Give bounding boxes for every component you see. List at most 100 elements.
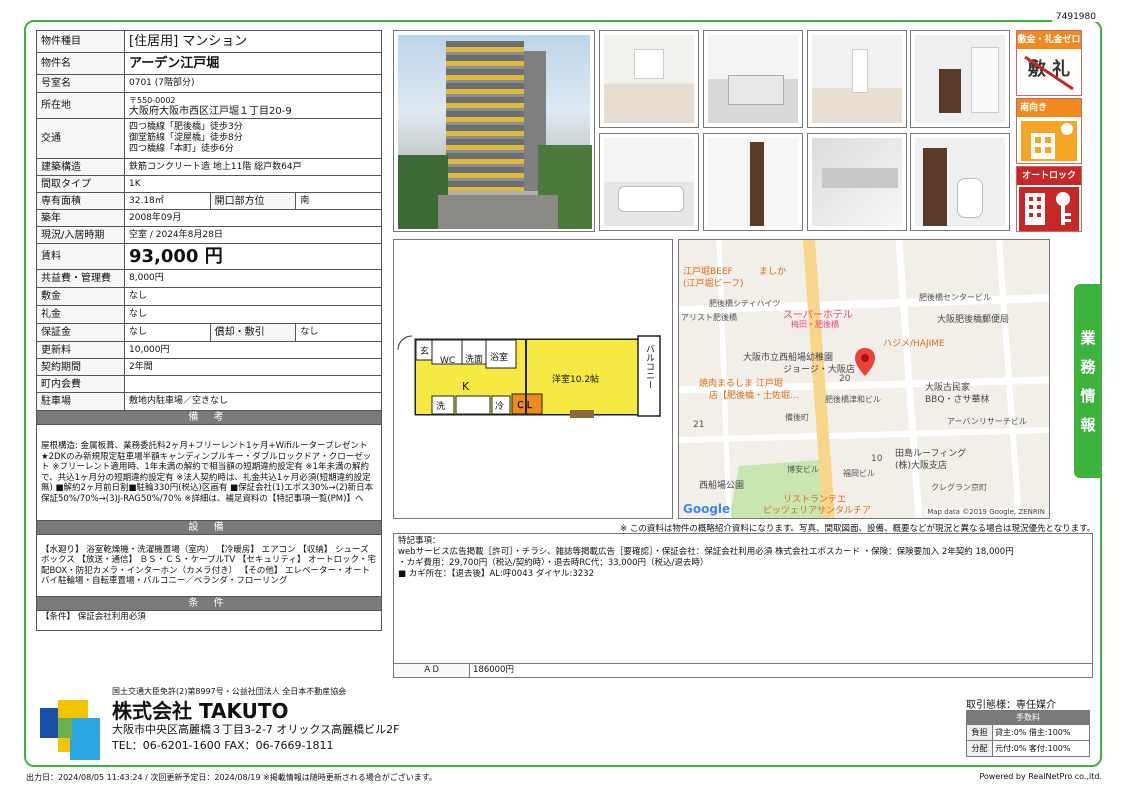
layout-label: 間取タイプ (36, 175, 125, 193)
fp-bath: 浴室 (490, 353, 509, 363)
map-block-number: 10 (871, 454, 883, 464)
layout-value: 1K (124, 175, 382, 193)
map-label: 梅田・肥後橋 (791, 320, 839, 329)
badge-no-deposit: 敷金・礼金ゼロ 敷 礼 (1016, 30, 1082, 96)
special-remarks: 特記事項： webサービス広告掲載［許可］・チラシ、雑誌等掲載広告［要確認］・保… (393, 533, 1093, 678)
interior-photo[interactable] (910, 133, 1010, 231)
name-value: アーデン江戸堀 (124, 52, 382, 75)
map-label: 大阪肥後橋郵便局 (937, 315, 1010, 325)
area-value: 32.18㎡ (124, 192, 211, 210)
fp-k: K (462, 380, 470, 393)
company-name: 株式会社 TAKUTO (112, 699, 289, 723)
name-label: 物件名 (36, 52, 125, 75)
map-label: ハジメ/HAJIME (883, 339, 945, 349)
interior-photo[interactable] (910, 30, 1010, 128)
location-value: 〒550-0002 大阪府大阪市西区江戸堀１丁目20-9 (124, 92, 382, 119)
floor-plan[interactable]: 玄 WC 洗面 浴室 K 洗 冷 ＣＬ 洋室10.2帖 バルコニー (393, 239, 673, 519)
fp-sen: 洗面 (465, 355, 484, 365)
postal: 〒550-0002 (129, 95, 176, 105)
interior-photo[interactable] (703, 133, 803, 231)
fee-table: 手数料 負担 貸主:0% 借主:100% 分配 元付:0% 客付:100% (966, 710, 1090, 757)
burden-label: 負担 (966, 724, 993, 741)
traffic-label: 交通 (36, 118, 125, 159)
footer-powered-by: Powered by RealNetPro co.,ltd. (979, 772, 1102, 781)
structure-value: 鉄筋コンクリート造 地上11階 総戸数64戸 (124, 158, 382, 176)
deposit-value: なし (124, 287, 382, 306)
company-logo (40, 700, 100, 760)
location-map[interactable]: 江戸堀BEEF (江戸堀ビーフ) ましか 肥後橋シティハイツ アリスト肥後橋 ス… (678, 239, 1050, 519)
parking-value: 敷地内駐車場／空きなし (124, 392, 382, 411)
keymoney-label: 礼金 (36, 305, 125, 324)
sun-icon (1021, 121, 1077, 161)
key-icon (1019, 187, 1079, 231)
type-label: 物件種目 (36, 30, 125, 53)
room-value: 0701 (7階部分) (124, 74, 382, 93)
contract-label: 契約期間 (36, 358, 125, 376)
map-block-number: 20 (839, 374, 851, 384)
equip-text: 【水廻り】 浴室乾燥機・洗濯機置場（室内） 【冷暖房】 エアコン 【収納】 シュ… (36, 534, 382, 597)
map-label: BBQ・さサ華林 (925, 395, 990, 405)
renewal-value: 10,000円 (124, 341, 382, 359)
notes-text: 屋根構造: 金属板葺、業務委託料2ヶ月+フリーレント1ヶ月+Wifiルータープレ… (36, 424, 382, 521)
equip-title: 設 備 (36, 520, 382, 535)
doc-id: 7491980 (1051, 12, 1100, 22)
business-info-tab[interactable]: 業 務 情 報 (1074, 284, 1102, 478)
interior-photo[interactable] (807, 30, 907, 128)
traffic-line: 御堂筋線「淀屋橋」徒歩8分 (129, 133, 243, 143)
map-label: アリスト肥後橋 (681, 313, 737, 322)
keymoney-value: なし (124, 305, 382, 324)
status-value: 空室 / 2024年8月28日 (124, 226, 382, 244)
traffic-line: 四つ橋線「肥後橋」徒歩3分 (129, 122, 243, 132)
rent-label: 賃料 (36, 243, 125, 270)
town-label: 町内会費 (36, 375, 125, 393)
map-label: アーバンリサーチビル (947, 417, 1027, 426)
floor-plan-drawing (397, 335, 661, 418)
property-table: 物件種目 [住居用] マンション 物件名 アーデン江戸堀 号室名 0701 (7階部分… (36, 30, 382, 631)
building-photo[interactable] (393, 30, 595, 232)
map-label: クレグラン京町 (931, 483, 987, 492)
badge-autolock: オートロック (1016, 166, 1082, 232)
area-label: 専有面積 (36, 192, 125, 210)
ad-value: 186000円 (473, 665, 514, 675)
fp-genkan: 玄 (420, 347, 430, 357)
ad-label: ＡＤ (394, 664, 470, 677)
map-copyright: Map data ©2019 Google, ZENRIN (925, 508, 1047, 516)
building-photo-image (398, 35, 592, 229)
map-label: 肥後橋シティハイツ (709, 299, 781, 308)
fp-room: 洋室10.2帖 (552, 375, 600, 385)
company-address: 大阪市中央区高麗橋３丁目3-2-7 オリックス高麗橋ビル2F (112, 723, 400, 736)
interior-photo-image (708, 35, 798, 123)
built-label: 築年 (36, 209, 125, 227)
map-label: 博安ビル (787, 465, 819, 474)
amort-value: なし (295, 323, 382, 342)
fp-cl: ＣＬ (516, 401, 535, 411)
interior-photo-image (812, 138, 902, 226)
interior-photo[interactable] (703, 30, 803, 128)
remarks-title: 特記事項： (398, 536, 441, 546)
fp-wc: WC (440, 356, 456, 366)
fp-wash: 洗 (436, 402, 446, 412)
notes-title: 備 考 (36, 410, 382, 425)
remarks-line: ・カギ費用：29,700円（税込/契約時）・退去時RC代：33,000円（税込/… (398, 558, 709, 568)
map-label: (株)大阪支店 (895, 461, 948, 471)
badge-no-deposit-label: 敷金・礼金ゼロ (1017, 31, 1081, 49)
guarantee-label: 保証金 (36, 323, 125, 342)
interior-photo-image (604, 138, 694, 226)
renewal-label: 更新料 (36, 341, 125, 359)
badge-south-facing: 南向き (1016, 98, 1082, 164)
interior-photo[interactable] (807, 133, 907, 231)
traffic-value: 四つ橋線「肥後橋」徒歩3分 御堂筋線「淀屋橋」徒歩8分 四つ橋線「本町」徒歩6分 (124, 118, 382, 159)
transaction-type: 取引態様：専任媒介 (966, 700, 1056, 711)
location-pin-icon (855, 348, 875, 376)
interior-photo-image (604, 35, 694, 123)
contract-value: 2年間 (124, 358, 382, 376)
direction-value: 南 (295, 192, 382, 210)
town-value (124, 375, 382, 393)
direction-label: 開口部方位 (209, 192, 297, 210)
map-label: 福岡ビル (843, 469, 875, 478)
interior-photo[interactable] (599, 30, 699, 128)
interior-photo[interactable] (599, 133, 699, 231)
map-label: 肥後橋センタービル (919, 293, 991, 302)
cond-title: 条 件 (36, 596, 382, 611)
split-value: 元付:0% 客付:100% (992, 740, 1090, 757)
